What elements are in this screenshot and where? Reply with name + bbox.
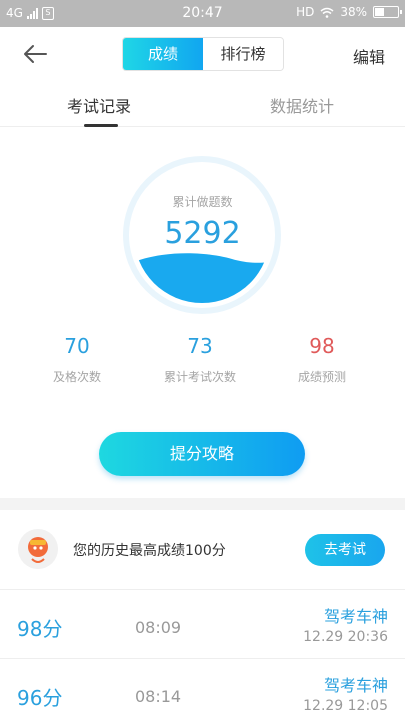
- record-duration: 08:14: [135, 687, 182, 706]
- record-date: 12.29 12:05: [303, 698, 388, 714]
- segment-control: 成绩 排行榜: [122, 37, 284, 71]
- stat-label: 及格次数: [52, 370, 101, 384]
- total-questions-label: 累计做题数: [172, 195, 233, 209]
- mascot-avatar-icon: [18, 529, 58, 569]
- record-duration: 08:09: [135, 618, 182, 637]
- stat-value: 98: [309, 334, 335, 358]
- stat-label: 累计考试次数: [163, 370, 236, 384]
- best-score-text: 您的历史最高成绩100分: [73, 543, 226, 559]
- stats-row: 70 及格次数 73 累计考试次数 98 成绩预测: [0, 334, 405, 394]
- back-arrow-icon[interactable]: [22, 43, 48, 65]
- segment-scores[interactable]: 成绩: [123, 38, 203, 70]
- score-tips-button[interactable]: 提分攻略: [99, 432, 305, 476]
- total-questions-value: 5292: [164, 216, 241, 251]
- stat-value: 70: [64, 334, 90, 358]
- hd-indicator: HD: [296, 5, 315, 19]
- sub-tabs: 考试记录 数据统计: [0, 82, 405, 127]
- list-item[interactable]: 98分 08:09 驾考车神 12.29 20:36: [0, 591, 405, 659]
- segment-leaderboard[interactable]: 排行榜: [203, 38, 283, 70]
- record-date: 12.29 20:36: [303, 629, 388, 645]
- stat-label: 成绩预测: [297, 370, 346, 384]
- list-item[interactable]: 96分 08:14 驾考车神 12.29 12:05: [0, 660, 405, 720]
- tab-data-stats[interactable]: 数据统计: [270, 93, 334, 117]
- stat-pass-count: 70 及格次数: [7, 334, 147, 385]
- record-brand: 驾考车神: [323, 607, 388, 626]
- status-bar: 4G S 20:47 HD 38%: [0, 0, 405, 27]
- best-score-row: 您的历史最高成绩100分 去考试: [0, 510, 405, 590]
- stat-exam-count: 73 累计考试次数: [130, 334, 270, 385]
- tab-exam-records[interactable]: 考试记录: [67, 93, 131, 117]
- active-tab-indicator: [84, 124, 118, 127]
- battery-percent: 38%: [340, 5, 367, 19]
- stat-score-prediction: 98 成绩预测: [252, 334, 392, 385]
- top-nav: 成绩 排行榜 编辑: [0, 27, 405, 82]
- wifi-icon: [320, 7, 334, 18]
- record-brand: 驾考车神: [323, 676, 388, 695]
- battery-icon: [373, 6, 402, 18]
- go-exam-button[interactable]: 去考试: [305, 534, 385, 566]
- stat-value: 73: [187, 334, 213, 358]
- edit-button[interactable]: 编辑: [353, 44, 385, 68]
- record-score: 98分: [17, 617, 63, 641]
- section-divider: [0, 498, 405, 510]
- record-score: 96分: [17, 686, 63, 710]
